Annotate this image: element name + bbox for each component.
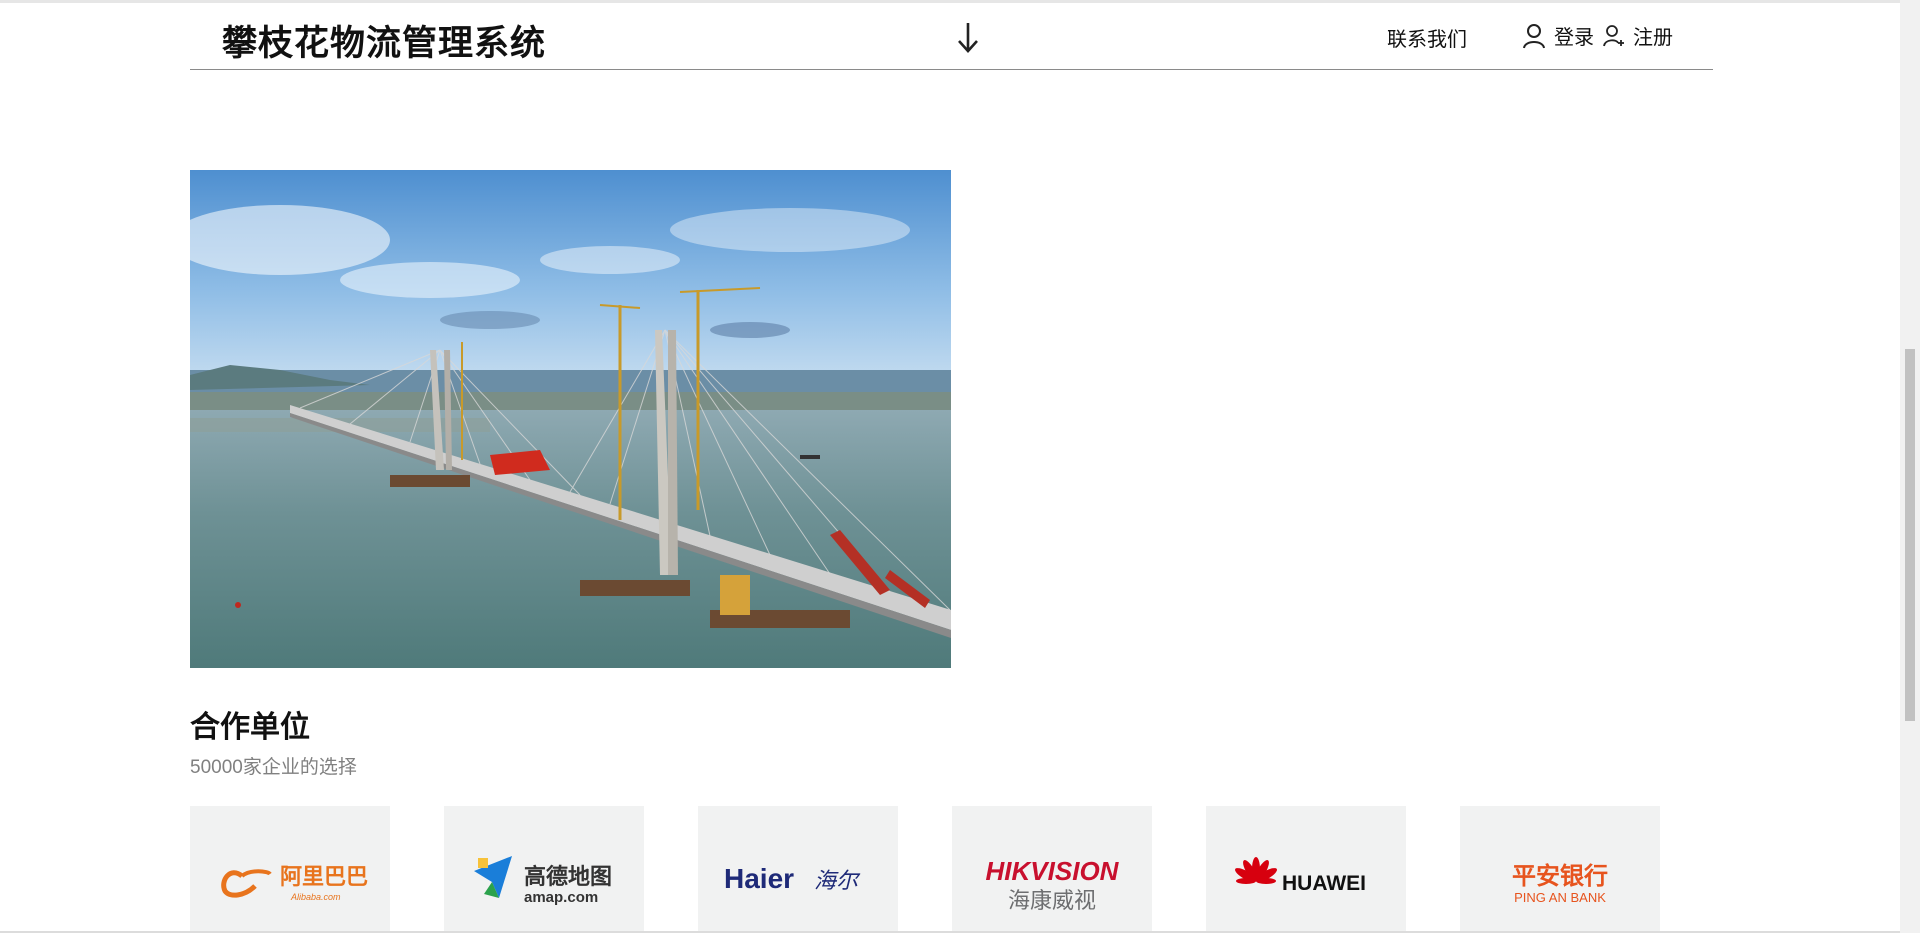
alibaba-en-text: Alibaba.com xyxy=(290,892,341,902)
scroll-down-arrow-icon[interactable] xyxy=(952,17,984,57)
partner-logo-huawei[interactable]: HUAWEI xyxy=(1206,806,1406,933)
nav-login-link[interactable]: 登录 xyxy=(1522,21,1594,50)
partners-title: 合作单位 xyxy=(190,711,310,744)
amap-cn-text: 高德地图 xyxy=(524,864,612,890)
haier-en-text: Haier xyxy=(724,863,794,894)
site-header: 攀枝花物流管理系统 联系我们 登录 注册 xyxy=(190,3,1713,70)
vertical-scrollbar[interactable] xyxy=(1900,0,1920,933)
login-label: 登录 xyxy=(1554,27,1594,49)
partner-logo-alibaba[interactable]: 阿里巴巴 Alibaba.com xyxy=(190,806,390,933)
nav-contact-link[interactable]: 联系我们 xyxy=(1387,23,1467,52)
partner-logo-pingan[interactable]: 平安银行 PING AN BANK xyxy=(1460,806,1660,933)
nav-register-link[interactable]: 注册 xyxy=(1603,21,1673,50)
hikvision-cn-text: 海康威视 xyxy=(1008,889,1096,914)
pingan-en-text: PING AN BANK xyxy=(1514,890,1606,905)
haier-cn-text: 海尔 xyxy=(814,869,861,894)
brand-title[interactable]: 攀枝花物流管理系统 xyxy=(222,15,546,66)
scrollbar-thumb[interactable] xyxy=(1905,349,1915,721)
user-icon xyxy=(1522,23,1546,49)
amap-en-text: amap.com xyxy=(524,889,598,906)
partner-logo-amap[interactable]: 高德地图 amap.com xyxy=(444,806,644,933)
add-user-icon xyxy=(1603,24,1625,48)
huawei-en-text: HUAWEI xyxy=(1282,872,1366,895)
register-label: 注册 xyxy=(1633,27,1673,49)
hikvision-en-text: HIKVISION xyxy=(986,856,1120,886)
partner-logo-haier[interactable]: Haier 海尔 xyxy=(698,806,898,933)
alibaba-cn-text: 阿里巴巴 xyxy=(280,865,368,890)
bridge-photo-icon xyxy=(190,170,951,668)
partners-subtitle: 50000家企业的选择 xyxy=(190,757,357,778)
partner-logo-hikvision[interactable]: HIKVISION 海康威视 xyxy=(952,806,1152,933)
pingan-cn-text: 平安银行 xyxy=(1512,862,1608,890)
hero-image xyxy=(190,170,951,668)
